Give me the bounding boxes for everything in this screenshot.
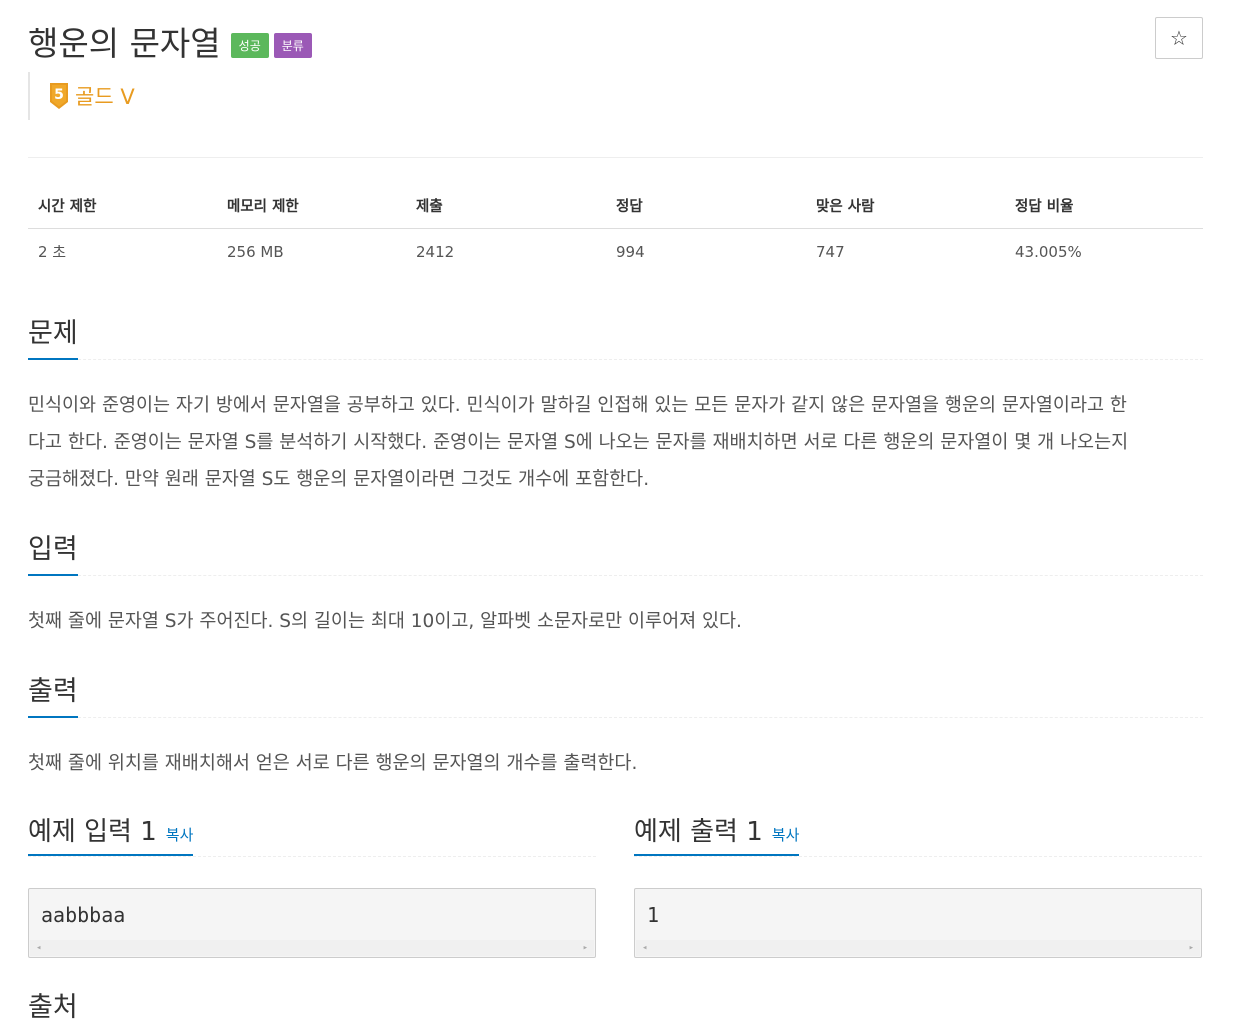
page-title: 행운의 문자열 xyxy=(28,24,221,63)
copy-sample-output-link[interactable]: 복사 xyxy=(772,826,800,844)
sample-output-content: 1 xyxy=(647,903,660,927)
divider xyxy=(28,157,1203,158)
category-badge[interactable]: 분류 xyxy=(273,32,312,58)
time-limit-value: 2 초 xyxy=(38,243,67,261)
description-section-header: 문제 xyxy=(28,310,1203,360)
copy-sample-input-link[interactable]: 복사 xyxy=(166,826,194,844)
sample-input-header: 예제 입력 1 복사 xyxy=(28,811,596,857)
header-solved-users: 맞은 사람 xyxy=(806,185,1005,229)
source-title: 출처 xyxy=(28,992,78,1023)
scroll-left-icon[interactable]: ◂ xyxy=(36,940,41,956)
header-accept-ratio: 정답 비율 xyxy=(1005,185,1203,229)
favorite-button[interactable]: ☆ xyxy=(1155,17,1203,59)
sample-output-column: 예제 출력 1 복사 1 ◂ ▸ xyxy=(634,811,1202,958)
header-memory-limit: 메모리 제한 xyxy=(217,185,406,229)
scroll-left-icon[interactable]: ◂ xyxy=(642,940,647,956)
scroll-right-icon[interactable]: ▸ xyxy=(583,940,588,956)
input-body: 첫째 줄에 문자열 S가 주어진다. S의 길이는 최대 10이고, 알파벳 소… xyxy=(28,611,742,632)
description-line: 궁금해졌다. 만약 원래 문자열 S도 행운의 문자열이라면 그것도 개수에 포… xyxy=(28,469,650,490)
description-title: 문제 xyxy=(28,311,78,360)
star-outline-icon: ☆ xyxy=(1170,26,1188,50)
description-line: 다고 한다. 준영이는 문자열 S를 분석하기 시작했다. 준영이는 문자열 S… xyxy=(28,432,1129,453)
tier-label[interactable]: 골드 V xyxy=(75,81,135,111)
output-section-header: 출력 xyxy=(28,668,1203,718)
description-line: 민식이와 준영이는 자기 방에서 문자열을 공부하고 있다. 민식이가 말하길 … xyxy=(28,395,1127,416)
submissions-value: 2412 xyxy=(416,242,455,261)
scroll-right-icon[interactable]: ▸ xyxy=(1189,940,1194,956)
header-accepted: 정답 xyxy=(606,185,806,229)
sample-input-content: aabbbaa xyxy=(41,903,126,927)
output-title: 출력 xyxy=(28,669,78,718)
input-title: 입력 xyxy=(28,527,78,576)
table-row: 2 초 256 MB 2412 994 747 43.005% xyxy=(28,229,1203,273)
input-section-header: 입력 xyxy=(28,526,1203,576)
gold-tier-icon: 5 xyxy=(50,83,68,109)
description-body: 민식이와 준영이는 자기 방에서 문자열을 공부하고 있다. 민식이가 말하길 … xyxy=(28,387,1203,498)
tier-number: 5 xyxy=(54,87,64,103)
problem-info-table: 시간 제한 메모리 제한 제출 정답 맞은 사람 정답 비율 2 초 256 M… xyxy=(28,185,1203,272)
title-row: 행운의 문자열 성공 분류 xyxy=(28,16,312,66)
output-body: 첫째 줄에 위치를 재배치해서 얻은 서로 다른 행운의 문자열의 개수를 출력… xyxy=(28,753,638,774)
sample-input-column: 예제 입력 1 복사 aabbbaa ◂ ▸ xyxy=(28,811,596,958)
header-submissions: 제출 xyxy=(406,185,606,229)
accepted-value: 994 xyxy=(616,242,645,261)
sample-input-box[interactable]: aabbbaa ◂ ▸ xyxy=(28,888,596,958)
solved-users-value: 747 xyxy=(816,242,845,261)
header-time-limit: 시간 제한 xyxy=(28,185,217,229)
horizontal-scrollbar[interactable]: ◂ ▸ xyxy=(636,940,1200,956)
table-header-row: 시간 제한 메모리 제한 제출 정답 맞은 사람 정답 비율 xyxy=(28,185,1203,229)
sample-output-box[interactable]: 1 ◂ ▸ xyxy=(634,888,1202,958)
sample-output-header: 예제 출력 1 복사 xyxy=(634,811,1202,857)
source-section-header: 출처 xyxy=(28,984,1203,1031)
accept-ratio-value: 43.005% xyxy=(1015,242,1082,261)
memory-limit-value: 256 MB xyxy=(227,242,284,261)
horizontal-scrollbar[interactable]: ◂ ▸ xyxy=(30,940,594,956)
success-badge[interactable]: 성공 xyxy=(230,32,269,58)
tier-block: 5 골드 V xyxy=(28,72,135,120)
sample-input-title: 예제 입력 1 xyxy=(28,817,157,847)
sample-output-title: 예제 출력 1 xyxy=(634,817,763,847)
